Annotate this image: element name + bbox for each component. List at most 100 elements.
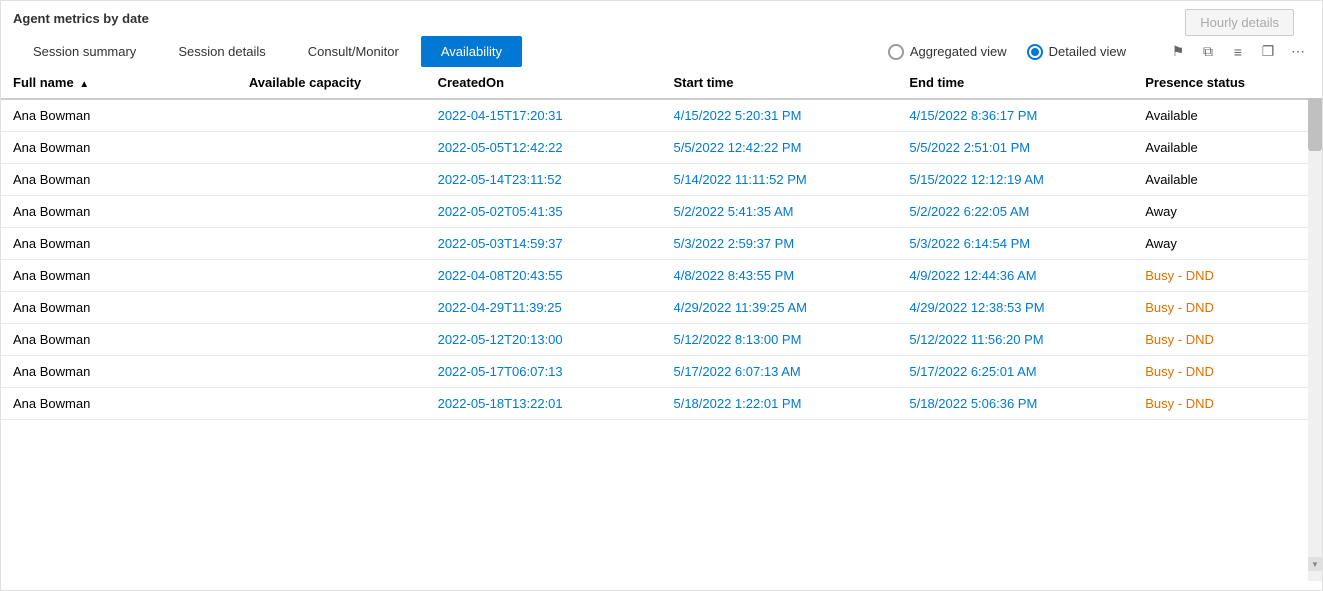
detailed-radio-fill: [1031, 48, 1039, 56]
cell-fullname: Ana Bowman: [1, 260, 237, 292]
tab-bar: Session summary Session details Consult/…: [13, 36, 522, 67]
table-row: Ana Bowman 2022-04-15T17:20:314/15/2022 5…: [1, 99, 1322, 132]
cell-starttime: 5/12/2022 8:13:00 PM: [661, 324, 897, 356]
cell-capacity: [237, 356, 426, 388]
expand-icon[interactable]: ❐: [1256, 40, 1280, 64]
sort-arrow-fullname: ▲: [79, 79, 89, 90]
table-row: Ana Bowman 2022-05-05T12:42:225/5/2022 12…: [1, 132, 1322, 164]
tab-consult-monitor[interactable]: Consult/Monitor: [288, 36, 419, 67]
cell-endtime: 5/2/2022 6:22:05 AM: [897, 196, 1133, 228]
main-container: Hourly details Agent metrics by date Ses…: [0, 0, 1323, 591]
col-header-endtime[interactable]: End time: [897, 67, 1133, 99]
toolbar-icons: ⚑ ⧉ ≡ ❐ ⋯: [1166, 40, 1310, 64]
cell-presence: Available: [1133, 164, 1322, 196]
cell-fullname: Ana Bowman: [1, 324, 237, 356]
cell-endtime: 4/9/2022 12:44:36 AM: [897, 260, 1133, 292]
cell-endtime: 5/12/2022 11:56:20 PM: [897, 324, 1133, 356]
cell-capacity: [237, 132, 426, 164]
cell-presence: Busy - DND: [1133, 388, 1322, 420]
more-icon[interactable]: ⋯: [1286, 40, 1310, 64]
cell-createdon: 2022-05-02T05:41:35: [426, 196, 662, 228]
tab-session-details[interactable]: Session details: [158, 36, 285, 67]
table-container: Full name ▲ Available capacity CreatedOn…: [1, 67, 1322, 577]
hourly-details-button[interactable]: Hourly details: [1185, 9, 1294, 36]
aggregated-view-option[interactable]: Aggregated view: [888, 44, 1007, 60]
tabs-and-options: Session summary Session details Consult/…: [13, 36, 1310, 67]
table-header-row: Full name ▲ Available capacity CreatedOn…: [1, 67, 1322, 99]
col-header-presence[interactable]: Presence status: [1133, 67, 1322, 99]
cell-endtime: 4/15/2022 8:36:17 PM: [897, 99, 1133, 132]
cell-starttime: 4/29/2022 11:39:25 AM: [661, 292, 897, 324]
cell-presence: Available: [1133, 132, 1322, 164]
cell-endtime: 5/15/2022 12:12:19 AM: [897, 164, 1133, 196]
table-row: Ana Bowman2022-04-29T11:39:254/29/2022 1…: [1, 292, 1322, 324]
cell-starttime: 5/5/2022 12:42:22 PM: [661, 132, 897, 164]
table-row: Ana Bowman 2022-05-14T23:11:525/14/2022 1…: [1, 164, 1322, 196]
scrollbar-bottom-arrow[interactable]: ▼: [1308, 557, 1322, 571]
aggregated-view-label: Aggregated view: [910, 44, 1007, 59]
cell-endtime: 5/18/2022 5:06:36 PM: [897, 388, 1133, 420]
scrollbar-track[interactable]: ▼: [1308, 91, 1322, 581]
detailed-view-option[interactable]: Detailed view: [1027, 44, 1126, 60]
view-options: Aggregated view Detailed view ⚑ ⧉ ≡ ❐ ⋯: [888, 40, 1310, 64]
col-header-fullname[interactable]: Full name ▲: [1, 67, 237, 99]
cell-createdon: 2022-05-03T14:59:37: [426, 228, 662, 260]
cell-capacity: [237, 292, 426, 324]
cell-fullname: Ana Bowman: [1, 99, 237, 132]
cell-presence: Available: [1133, 99, 1322, 132]
cell-createdon: 2022-05-05T12:42:22: [426, 132, 662, 164]
table-row: Ana Bowman2022-05-17T06:07:135/17/2022 6…: [1, 356, 1322, 388]
cell-capacity: [237, 196, 426, 228]
cell-endtime: 5/17/2022 6:25:01 AM: [897, 356, 1133, 388]
cell-capacity: [237, 228, 426, 260]
cell-createdon: 2022-05-14T23:11:52: [426, 164, 662, 196]
col-header-capacity[interactable]: Available capacity: [237, 67, 426, 99]
cell-starttime: 4/8/2022 8:43:55 PM: [661, 260, 897, 292]
col-header-starttime[interactable]: Start time: [661, 67, 897, 99]
cell-fullname: Ana Bowman: [1, 132, 237, 164]
copy-icon[interactable]: ⧉: [1196, 40, 1220, 64]
cell-capacity: [237, 260, 426, 292]
cell-capacity: [237, 388, 426, 420]
cell-presence: Busy - DND: [1133, 324, 1322, 356]
bookmark-icon[interactable]: ⚑: [1166, 40, 1190, 64]
cell-fullname: Ana Bowman: [1, 292, 237, 324]
cell-starttime: 5/2/2022 5:41:35 AM: [661, 196, 897, 228]
cell-endtime: 4/29/2022 12:38:53 PM: [897, 292, 1133, 324]
filter-icon[interactable]: ≡: [1226, 40, 1250, 64]
table-row: Ana Bowman 2022-05-02T05:41:355/2/2022 5:…: [1, 196, 1322, 228]
cell-presence: Busy - DND: [1133, 292, 1322, 324]
cell-fullname: Ana Bowman: [1, 388, 237, 420]
cell-fullname: Ana Bowman: [1, 196, 237, 228]
cell-starttime: 5/17/2022 6:07:13 AM: [661, 356, 897, 388]
cell-presence: Busy - DND: [1133, 356, 1322, 388]
cell-fullname: Ana Bowman: [1, 228, 237, 260]
detailed-radio[interactable]: [1027, 44, 1043, 60]
cell-createdon: 2022-04-29T11:39:25: [426, 292, 662, 324]
cell-presence: Busy - DND: [1133, 260, 1322, 292]
cell-createdon: 2022-05-18T13:22:01: [426, 388, 662, 420]
cell-fullname: Ana Bowman: [1, 164, 237, 196]
header: Agent metrics by date Session summary Se…: [1, 1, 1322, 67]
cell-createdon: 2022-04-15T17:20:31: [426, 99, 662, 132]
cell-capacity: [237, 324, 426, 356]
cell-starttime: 4/15/2022 5:20:31 PM: [661, 99, 897, 132]
cell-fullname: Ana Bowman: [1, 356, 237, 388]
cell-endtime: 5/5/2022 2:51:01 PM: [897, 132, 1133, 164]
col-header-createdon[interactable]: CreatedOn: [426, 67, 662, 99]
table-row: Ana Bowman 2022-05-03T14:59:375/3/2022 2:…: [1, 228, 1322, 260]
detailed-view-label: Detailed view: [1049, 44, 1126, 59]
tab-session-summary[interactable]: Session summary: [13, 36, 156, 67]
cell-createdon: 2022-05-12T20:13:00: [426, 324, 662, 356]
cell-createdon: 2022-04-08T20:43:55: [426, 260, 662, 292]
cell-capacity: [237, 99, 426, 132]
cell-starttime: 5/14/2022 11:11:52 PM: [661, 164, 897, 196]
tab-availability[interactable]: Availability: [421, 36, 522, 67]
aggregated-radio[interactable]: [888, 44, 904, 60]
cell-capacity: [237, 164, 426, 196]
scrollbar-thumb[interactable]: [1308, 91, 1322, 151]
data-table: Full name ▲ Available capacity CreatedOn…: [1, 67, 1322, 420]
cell-starttime: 5/3/2022 2:59:37 PM: [661, 228, 897, 260]
table-row: Ana Bowman2022-05-18T13:22:015/18/2022 1…: [1, 388, 1322, 420]
cell-presence: Away: [1133, 228, 1322, 260]
